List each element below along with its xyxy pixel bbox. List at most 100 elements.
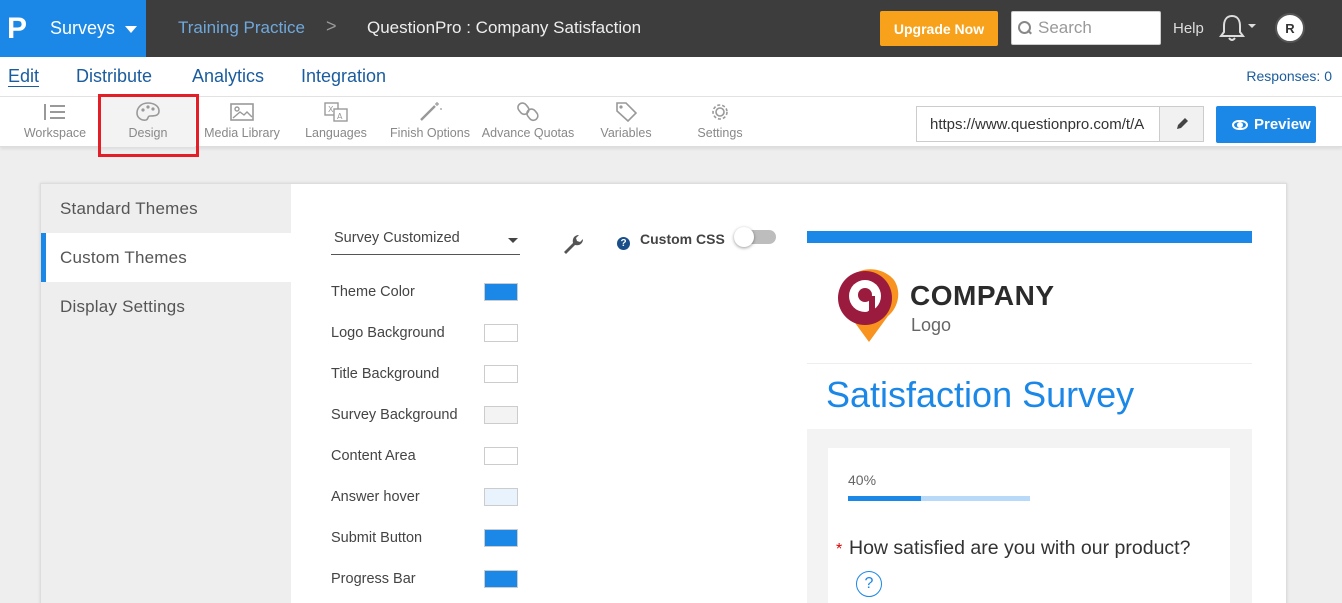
color-swatch[interactable] [484,365,518,383]
eye-icon [1232,119,1248,130]
preview-divider [807,363,1252,364]
color-swatch[interactable] [484,406,518,424]
required-marker: * [836,541,843,558]
content-area-card [828,448,1230,603]
color-label: Submit Button [331,530,423,546]
tool-variables-label: Variables [600,126,652,140]
color-label: Logo Background [331,325,445,341]
company-logo-pin-icon [836,266,902,349]
color-swatch[interactable] [484,283,518,301]
top-bar: P Surveys Training Practice > QuestionPr… [0,0,1342,57]
magic-wand-icon [420,102,442,121]
color-label: Survey Background [331,407,458,423]
preview-label: Preview [1254,116,1311,133]
question-help-icon[interactable]: ? [856,571,882,597]
color-row-progress-bar: Progress Bar [331,569,518,589]
main-menu: Edit Distribute Analytics Integration Re… [0,57,1342,97]
svg-text:X: X [328,105,334,114]
tool-advance-quotas-label: Advance Quotas [481,126,575,140]
caret-down-icon [508,238,518,243]
survey-url-field[interactable]: https://www.questionpro.com/t/A [916,106,1204,142]
color-label: Content Area [331,448,416,464]
upgrade-now-button[interactable]: Upgrade Now [880,11,998,46]
chevron-right-icon: > [326,16,337,36]
link-icon [517,102,539,122]
caret-down-icon [125,25,138,33]
color-swatch[interactable] [484,529,518,547]
color-swatch[interactable] [484,488,518,506]
surveys-label: Surveys [50,18,116,38]
tool-advance-quotas[interactable]: Advance Quotas [481,97,575,147]
color-swatch[interactable] [484,570,518,588]
sidebar-item-display-settings[interactable]: Display Settings [41,282,291,331]
color-row-theme-color: Theme Color [331,282,518,302]
tool-finish-options-label: Finish Options [390,126,470,140]
color-row-content-area: Content Area [331,446,518,466]
color-row-survey-background: Survey Background [331,405,518,425]
svg-text:A: A [337,112,343,121]
tool-workspace[interactable]: Workspace [8,97,102,147]
color-label: Answer hover [331,489,420,505]
color-swatch[interactable] [484,447,518,465]
tool-settings-label: Settings [697,126,743,140]
wrench-icon[interactable] [561,232,585,261]
breadcrumb-folder[interactable]: Training Practice [178,18,305,38]
tool-media-library[interactable]: Media Library [195,97,289,147]
menu-edit[interactable]: Edit [8,66,39,87]
company-name: COMPANY [910,280,1055,311]
image-icon [230,103,254,121]
sidebar-item-custom-themes[interactable]: Custom Themes [41,233,291,282]
tool-media-library-label: Media Library [204,126,280,140]
gear-icon [712,104,728,120]
sidebar-item-standard-themes[interactable]: Standard Themes [41,184,291,233]
tool-languages[interactable]: XA Languages [289,97,383,147]
menu-distribute[interactable]: Distribute [76,66,152,87]
search-input[interactable]: Search [1011,11,1161,45]
pencil-icon [1176,118,1188,129]
tool-settings[interactable]: Settings [673,97,767,147]
theme-select[interactable]: Survey Customized [331,227,520,255]
user-avatar[interactable]: R [1275,13,1305,43]
progress-fill [848,496,921,501]
company-logo-subtext: Logo [911,315,952,335]
color-label: Title Background [331,366,440,382]
search-icon [1018,21,1032,35]
color-label: Progress Bar [331,571,416,587]
custom-css-toggle[interactable] [734,227,776,247]
color-swatch[interactable] [484,324,518,342]
color-row-submit-button: Submit Button [331,528,518,548]
design-panel: Standard Themes Custom Themes Display Se… [40,183,1287,603]
survey-title: Satisfaction Survey [826,374,1135,415]
progress-bar [848,496,1030,501]
theme-select-value: Survey Customized [334,230,460,246]
list-pencil-icon [44,104,65,120]
preview-theme-bar [807,231,1252,243]
responses-count: Responses: 0 [1246,68,1332,84]
question-text: How satisfied are you with our product? [849,537,1191,559]
help-link[interactable]: Help [1173,20,1204,37]
color-row-logo-background: Logo Background [331,323,518,343]
preview-button[interactable]: Preview [1216,106,1316,143]
tool-workspace-label: Workspace [23,126,87,140]
survey-url-text: https://www.questionpro.com/t/A [930,115,1145,133]
design-highlight-box [98,94,199,157]
search-placeholder: Search [1038,18,1092,37]
progress-percent: 40% [848,472,877,488]
edit-url-button[interactable] [1159,107,1203,141]
menu-analytics[interactable]: Analytics [192,66,264,87]
surveys-menu-button[interactable]: Surveys [34,0,146,57]
theme-sidebar: Standard Themes Custom Themes Display Se… [41,184,291,603]
tag-icon [616,102,638,123]
tool-languages-label: Languages [305,126,367,140]
color-row-answer-hover: Answer hover [331,487,518,507]
questionpro-logo[interactable]: P [0,0,34,57]
color-label: Theme Color [331,284,415,300]
menu-integration[interactable]: Integration [301,66,386,87]
breadcrumb-survey-title: QuestionPro : Company Satisfaction [367,18,642,37]
tool-finish-options[interactable]: Finish Options [383,97,477,147]
custom-css-label: Custom CSS [640,231,725,247]
toggle-knob [734,227,754,247]
help-question-icon[interactable]: ? [617,237,630,250]
tool-variables[interactable]: Variables [579,97,673,147]
notifications-bell-icon[interactable] [1218,12,1258,44]
